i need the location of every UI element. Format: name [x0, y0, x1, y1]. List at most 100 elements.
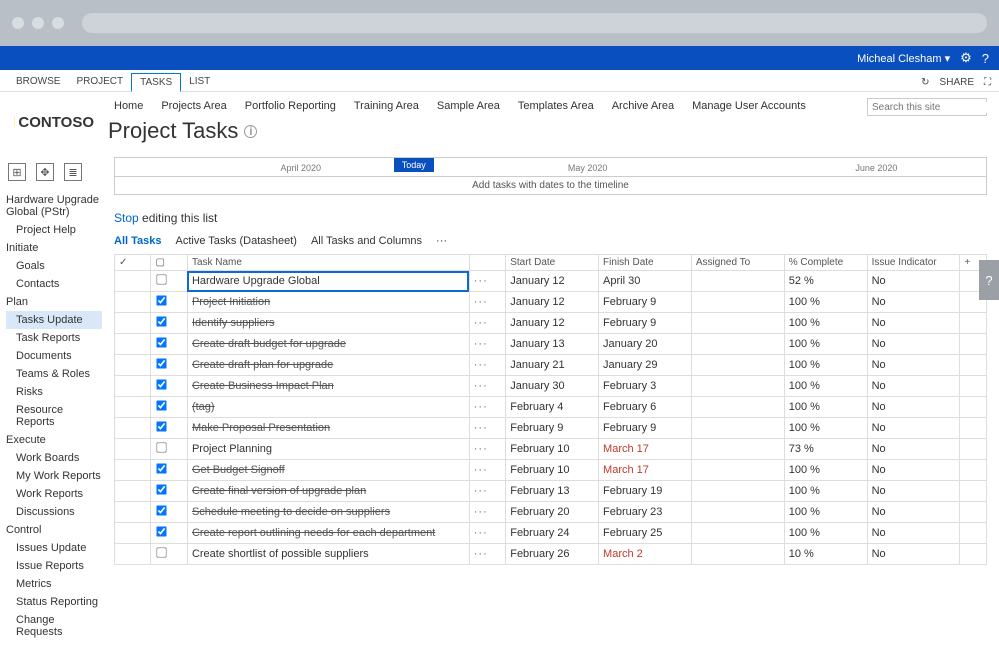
- cell-task-name[interactable]: Make Proposal Presentation: [187, 418, 469, 439]
- nav-item[interactable]: Teams & Roles: [6, 365, 102, 383]
- browser-url-bar[interactable]: [82, 13, 987, 33]
- cell-percent-complete[interactable]: 100 %: [784, 397, 867, 418]
- cell-finish-date[interactable]: January 20: [599, 334, 692, 355]
- nav-item[interactable]: Status Reporting: [6, 593, 102, 611]
- cell-menu[interactable]: ···: [469, 418, 505, 439]
- cell-issue-indicator[interactable]: No: [867, 544, 960, 565]
- task-name-link[interactable]: Create Business Impact Plan: [192, 380, 465, 392]
- task-checkbox[interactable]: [157, 526, 167, 536]
- cell-issue-indicator[interactable]: No: [867, 439, 960, 460]
- search-input[interactable]: [872, 102, 999, 113]
- table-row[interactable]: Project Planning···February 10March 1773…: [115, 439, 987, 460]
- cell-assigned-to[interactable]: [691, 481, 784, 502]
- col-finish-date[interactable]: Finish Date: [599, 255, 692, 271]
- ellipsis-icon[interactable]: ···: [474, 485, 488, 497]
- nav-item[interactable]: Metrics: [6, 575, 102, 593]
- task-name-link[interactable]: Create report outlining needs for each d…: [192, 527, 465, 539]
- cell-percent-complete[interactable]: 73 %: [784, 439, 867, 460]
- topnav-link[interactable]: Manage User Accounts: [692, 100, 806, 112]
- info-icon[interactable]: i: [244, 125, 257, 138]
- cell-finish-date[interactable]: April 30: [599, 271, 692, 292]
- quick-launch-icon[interactable]: ≣: [64, 163, 82, 181]
- cell-task-name[interactable]: Create report outlining needs for each d…: [187, 523, 469, 544]
- nav-item[interactable]: Work Reports: [6, 485, 102, 503]
- cell-finish-date[interactable]: March 2: [599, 544, 692, 565]
- cell-assigned-to[interactable]: [691, 292, 784, 313]
- task-checkbox[interactable]: [157, 505, 167, 515]
- cell-task-name[interactable]: Get Budget Signoff: [187, 460, 469, 481]
- cell-percent-complete[interactable]: 100 %: [784, 502, 867, 523]
- task-name-link[interactable]: Get Budget Signoff: [192, 464, 465, 476]
- cell-issue-indicator[interactable]: No: [867, 334, 960, 355]
- table-row[interactable]: Make Proposal Presentation···February 9F…: [115, 418, 987, 439]
- cell-checkbox[interactable]: [151, 334, 187, 355]
- search-box[interactable]: 🔍: [867, 98, 987, 116]
- nav-item[interactable]: Contacts: [6, 275, 102, 293]
- ellipsis-icon[interactable]: ···: [474, 401, 488, 413]
- cell-start-date[interactable]: January 12: [506, 271, 599, 292]
- cell-checkbox[interactable]: [151, 460, 187, 481]
- task-checkbox[interactable]: [157, 358, 167, 368]
- cell-task-name[interactable]: (tag): [187, 397, 469, 418]
- ribbon-tab-project[interactable]: PROJECT: [68, 73, 131, 91]
- quick-launch-icon[interactable]: ⊞: [8, 163, 26, 181]
- nav-item[interactable]: Resource Reports: [6, 401, 102, 431]
- cell-percent-complete[interactable]: 100 %: [784, 313, 867, 334]
- topnav-link[interactable]: Archive Area: [612, 100, 674, 112]
- cell-percent-complete[interactable]: 100 %: [784, 481, 867, 502]
- table-row[interactable]: (tag)···February 4February 6100 %No: [115, 397, 987, 418]
- nav-item[interactable]: Discussions: [6, 503, 102, 521]
- cell-task-name[interactable]: Create draft budget for upgrade: [187, 334, 469, 355]
- task-checkbox[interactable]: [157, 316, 167, 326]
- cell-task-name[interactable]: Create shortlist of possible suppliers: [187, 544, 469, 565]
- cell-task-name[interactable]: Create Business Impact Plan: [187, 376, 469, 397]
- cell-start-date[interactable]: February 4: [506, 397, 599, 418]
- cell-finish-date[interactable]: February 9: [599, 418, 692, 439]
- task-name-link[interactable]: Identify suppliers: [192, 317, 465, 329]
- cell-finish-date[interactable]: March 17: [599, 460, 692, 481]
- cell-finish-date[interactable]: February 6: [599, 397, 692, 418]
- cell-issue-indicator[interactable]: No: [867, 313, 960, 334]
- cell-issue-indicator[interactable]: No: [867, 523, 960, 544]
- site-logo[interactable]: CONTOSO: [0, 104, 108, 141]
- task-checkbox[interactable]: [157, 400, 167, 410]
- cell-menu[interactable]: ···: [469, 502, 505, 523]
- cell-menu[interactable]: ···: [469, 271, 505, 292]
- cell-checkbox[interactable]: [151, 523, 187, 544]
- ribbon-tab-tasks[interactable]: TASKS: [131, 73, 181, 92]
- ellipsis-icon[interactable]: ···: [474, 506, 488, 518]
- nav-item[interactable]: Risks: [6, 383, 102, 401]
- task-name-link[interactable]: Make Proposal Presentation: [192, 422, 465, 434]
- task-name-link[interactable]: Create draft budget for upgrade: [192, 338, 465, 350]
- cell-finish-date[interactable]: February 23: [599, 502, 692, 523]
- cell-percent-complete[interactable]: 52 %: [784, 271, 867, 292]
- cell-task-name[interactable]: Create final version of upgrade plan: [187, 481, 469, 502]
- cell-assigned-to[interactable]: [691, 544, 784, 565]
- cell-percent-complete[interactable]: 100 %: [784, 418, 867, 439]
- nav-heading[interactable]: Control: [6, 521, 102, 539]
- ellipsis-icon[interactable]: ···: [474, 317, 488, 329]
- cell-checkbox[interactable]: [151, 292, 187, 313]
- topnav-link[interactable]: Projects Area: [161, 100, 226, 112]
- timeline[interactable]: Today April 2020 May 2020 June 2020 Add …: [114, 157, 987, 195]
- task-name-link[interactable]: Create shortlist of possible suppliers: [192, 548, 465, 560]
- ellipsis-icon[interactable]: ···: [474, 296, 488, 308]
- cell-checkbox[interactable]: [151, 376, 187, 397]
- cell-checkbox[interactable]: [151, 271, 187, 292]
- cell-finish-date[interactable]: February 25: [599, 523, 692, 544]
- nav-item[interactable]: Work Boards: [6, 449, 102, 467]
- col-task-name[interactable]: Task Name: [187, 255, 469, 271]
- cell-checkbox[interactable]: [151, 481, 187, 502]
- task-name-link[interactable]: Schedule meeting to decide on suppliers: [192, 506, 465, 518]
- ellipsis-icon[interactable]: ···: [474, 548, 488, 560]
- nav-item[interactable]: Issue Reports: [6, 557, 102, 575]
- cell-menu[interactable]: ···: [469, 481, 505, 502]
- task-checkbox[interactable]: [157, 295, 167, 305]
- table-row[interactable]: Create draft plan for upgrade···January …: [115, 355, 987, 376]
- cell-start-date[interactable]: February 9: [506, 418, 599, 439]
- cell-checkbox[interactable]: [151, 544, 187, 565]
- task-name-link[interactable]: Create final version of upgrade plan: [192, 485, 465, 497]
- table-row[interactable]: Hardware Upgrade Global···January 12Apri…: [115, 271, 987, 292]
- ellipsis-icon[interactable]: ···: [474, 443, 488, 455]
- col-start-date[interactable]: Start Date: [506, 255, 599, 271]
